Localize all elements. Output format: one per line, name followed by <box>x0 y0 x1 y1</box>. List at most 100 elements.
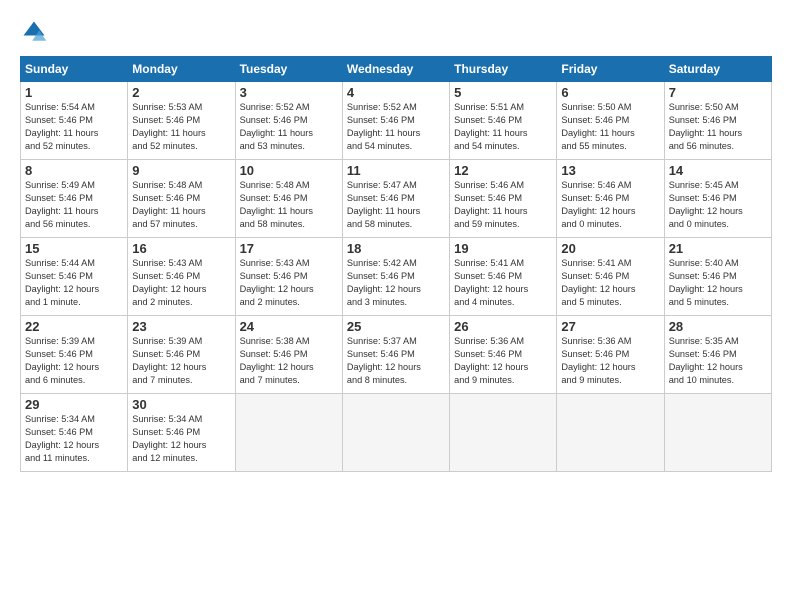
calendar-cell: 20Sunrise: 5:41 AM Sunset: 5:46 PM Dayli… <box>557 238 664 316</box>
calendar-cell: 7Sunrise: 5:50 AM Sunset: 5:46 PM Daylig… <box>664 82 771 160</box>
day-number: 11 <box>347 163 445 178</box>
day-number: 7 <box>669 85 767 100</box>
day-number: 28 <box>669 319 767 334</box>
calendar-cell <box>450 394 557 472</box>
calendar-cell: 13Sunrise: 5:46 AM Sunset: 5:46 PM Dayli… <box>557 160 664 238</box>
calendar-cell: 30Sunrise: 5:34 AM Sunset: 5:46 PM Dayli… <box>128 394 235 472</box>
day-info: Sunrise: 5:49 AM Sunset: 5:46 PM Dayligh… <box>25 179 123 231</box>
day-number: 19 <box>454 241 552 256</box>
day-number: 22 <box>25 319 123 334</box>
calendar-cell: 4Sunrise: 5:52 AM Sunset: 5:46 PM Daylig… <box>342 82 449 160</box>
calendar-cell: 3Sunrise: 5:52 AM Sunset: 5:46 PM Daylig… <box>235 82 342 160</box>
calendar-cell <box>235 394 342 472</box>
calendar-cell: 22Sunrise: 5:39 AM Sunset: 5:46 PM Dayli… <box>21 316 128 394</box>
day-number: 4 <box>347 85 445 100</box>
day-info: Sunrise: 5:36 AM Sunset: 5:46 PM Dayligh… <box>454 335 552 387</box>
calendar-cell: 29Sunrise: 5:34 AM Sunset: 5:46 PM Dayli… <box>21 394 128 472</box>
calendar-cell: 1Sunrise: 5:54 AM Sunset: 5:46 PM Daylig… <box>21 82 128 160</box>
day-number: 9 <box>132 163 230 178</box>
day-info: Sunrise: 5:35 AM Sunset: 5:46 PM Dayligh… <box>669 335 767 387</box>
day-number: 6 <box>561 85 659 100</box>
day-number: 25 <box>347 319 445 334</box>
day-info: Sunrise: 5:50 AM Sunset: 5:46 PM Dayligh… <box>669 101 767 153</box>
calendar-cell: 16Sunrise: 5:43 AM Sunset: 5:46 PM Dayli… <box>128 238 235 316</box>
calendar-cell: 6Sunrise: 5:50 AM Sunset: 5:46 PM Daylig… <box>557 82 664 160</box>
calendar-cell: 8Sunrise: 5:49 AM Sunset: 5:46 PM Daylig… <box>21 160 128 238</box>
calendar-cell: 11Sunrise: 5:47 AM Sunset: 5:46 PM Dayli… <box>342 160 449 238</box>
day-number: 2 <box>132 85 230 100</box>
calendar-cell: 9Sunrise: 5:48 AM Sunset: 5:46 PM Daylig… <box>128 160 235 238</box>
calendar-cell: 14Sunrise: 5:45 AM Sunset: 5:46 PM Dayli… <box>664 160 771 238</box>
weekday-header-tuesday: Tuesday <box>235 57 342 82</box>
calendar-cell <box>342 394 449 472</box>
day-number: 15 <box>25 241 123 256</box>
day-info: Sunrise: 5:53 AM Sunset: 5:46 PM Dayligh… <box>132 101 230 153</box>
day-number: 17 <box>240 241 338 256</box>
day-info: Sunrise: 5:50 AM Sunset: 5:46 PM Dayligh… <box>561 101 659 153</box>
day-info: Sunrise: 5:34 AM Sunset: 5:46 PM Dayligh… <box>132 413 230 465</box>
day-info: Sunrise: 5:48 AM Sunset: 5:46 PM Dayligh… <box>240 179 338 231</box>
day-number: 29 <box>25 397 123 412</box>
day-info: Sunrise: 5:52 AM Sunset: 5:46 PM Dayligh… <box>240 101 338 153</box>
logo <box>20 18 52 46</box>
day-number: 27 <box>561 319 659 334</box>
day-info: Sunrise: 5:43 AM Sunset: 5:46 PM Dayligh… <box>240 257 338 309</box>
day-number: 18 <box>347 241 445 256</box>
calendar-week-row: 1Sunrise: 5:54 AM Sunset: 5:46 PM Daylig… <box>21 82 772 160</box>
day-number: 24 <box>240 319 338 334</box>
calendar-week-row: 8Sunrise: 5:49 AM Sunset: 5:46 PM Daylig… <box>21 160 772 238</box>
calendar-cell: 21Sunrise: 5:40 AM Sunset: 5:46 PM Dayli… <box>664 238 771 316</box>
day-number: 21 <box>669 241 767 256</box>
day-number: 1 <box>25 85 123 100</box>
day-info: Sunrise: 5:44 AM Sunset: 5:46 PM Dayligh… <box>25 257 123 309</box>
day-info: Sunrise: 5:40 AM Sunset: 5:46 PM Dayligh… <box>669 257 767 309</box>
day-number: 30 <box>132 397 230 412</box>
calendar-week-row: 29Sunrise: 5:34 AM Sunset: 5:46 PM Dayli… <box>21 394 772 472</box>
day-number: 14 <box>669 163 767 178</box>
calendar-cell: 15Sunrise: 5:44 AM Sunset: 5:46 PM Dayli… <box>21 238 128 316</box>
day-info: Sunrise: 5:54 AM Sunset: 5:46 PM Dayligh… <box>25 101 123 153</box>
calendar-cell: 19Sunrise: 5:41 AM Sunset: 5:46 PM Dayli… <box>450 238 557 316</box>
day-number: 23 <box>132 319 230 334</box>
calendar-cell: 17Sunrise: 5:43 AM Sunset: 5:46 PM Dayli… <box>235 238 342 316</box>
calendar-week-row: 22Sunrise: 5:39 AM Sunset: 5:46 PM Dayli… <box>21 316 772 394</box>
weekday-header-row: SundayMondayTuesdayWednesdayThursdayFrid… <box>21 57 772 82</box>
calendar-cell: 2Sunrise: 5:53 AM Sunset: 5:46 PM Daylig… <box>128 82 235 160</box>
day-number: 3 <box>240 85 338 100</box>
day-number: 26 <box>454 319 552 334</box>
day-number: 16 <box>132 241 230 256</box>
page: SundayMondayTuesdayWednesdayThursdayFrid… <box>0 0 792 612</box>
calendar-cell: 25Sunrise: 5:37 AM Sunset: 5:46 PM Dayli… <box>342 316 449 394</box>
day-info: Sunrise: 5:51 AM Sunset: 5:46 PM Dayligh… <box>454 101 552 153</box>
day-number: 5 <box>454 85 552 100</box>
day-info: Sunrise: 5:52 AM Sunset: 5:46 PM Dayligh… <box>347 101 445 153</box>
logo-icon <box>20 18 48 46</box>
calendar-week-row: 15Sunrise: 5:44 AM Sunset: 5:46 PM Dayli… <box>21 238 772 316</box>
calendar-cell: 26Sunrise: 5:36 AM Sunset: 5:46 PM Dayli… <box>450 316 557 394</box>
day-number: 8 <box>25 163 123 178</box>
day-info: Sunrise: 5:41 AM Sunset: 5:46 PM Dayligh… <box>561 257 659 309</box>
weekday-header-friday: Friday <box>557 57 664 82</box>
day-info: Sunrise: 5:48 AM Sunset: 5:46 PM Dayligh… <box>132 179 230 231</box>
calendar-cell: 18Sunrise: 5:42 AM Sunset: 5:46 PM Dayli… <box>342 238 449 316</box>
day-info: Sunrise: 5:42 AM Sunset: 5:46 PM Dayligh… <box>347 257 445 309</box>
weekday-header-thursday: Thursday <box>450 57 557 82</box>
calendar-cell: 23Sunrise: 5:39 AM Sunset: 5:46 PM Dayli… <box>128 316 235 394</box>
calendar-cell: 28Sunrise: 5:35 AM Sunset: 5:46 PM Dayli… <box>664 316 771 394</box>
calendar-cell <box>557 394 664 472</box>
day-info: Sunrise: 5:34 AM Sunset: 5:46 PM Dayligh… <box>25 413 123 465</box>
day-info: Sunrise: 5:39 AM Sunset: 5:46 PM Dayligh… <box>132 335 230 387</box>
day-info: Sunrise: 5:39 AM Sunset: 5:46 PM Dayligh… <box>25 335 123 387</box>
calendar-cell: 27Sunrise: 5:36 AM Sunset: 5:46 PM Dayli… <box>557 316 664 394</box>
day-info: Sunrise: 5:46 AM Sunset: 5:46 PM Dayligh… <box>561 179 659 231</box>
weekday-header-monday: Monday <box>128 57 235 82</box>
day-info: Sunrise: 5:41 AM Sunset: 5:46 PM Dayligh… <box>454 257 552 309</box>
weekday-header-sunday: Sunday <box>21 57 128 82</box>
day-info: Sunrise: 5:47 AM Sunset: 5:46 PM Dayligh… <box>347 179 445 231</box>
day-info: Sunrise: 5:38 AM Sunset: 5:46 PM Dayligh… <box>240 335 338 387</box>
calendar-table: SundayMondayTuesdayWednesdayThursdayFrid… <box>20 56 772 472</box>
calendar-cell <box>664 394 771 472</box>
header <box>20 18 772 46</box>
day-number: 12 <box>454 163 552 178</box>
day-info: Sunrise: 5:45 AM Sunset: 5:46 PM Dayligh… <box>669 179 767 231</box>
